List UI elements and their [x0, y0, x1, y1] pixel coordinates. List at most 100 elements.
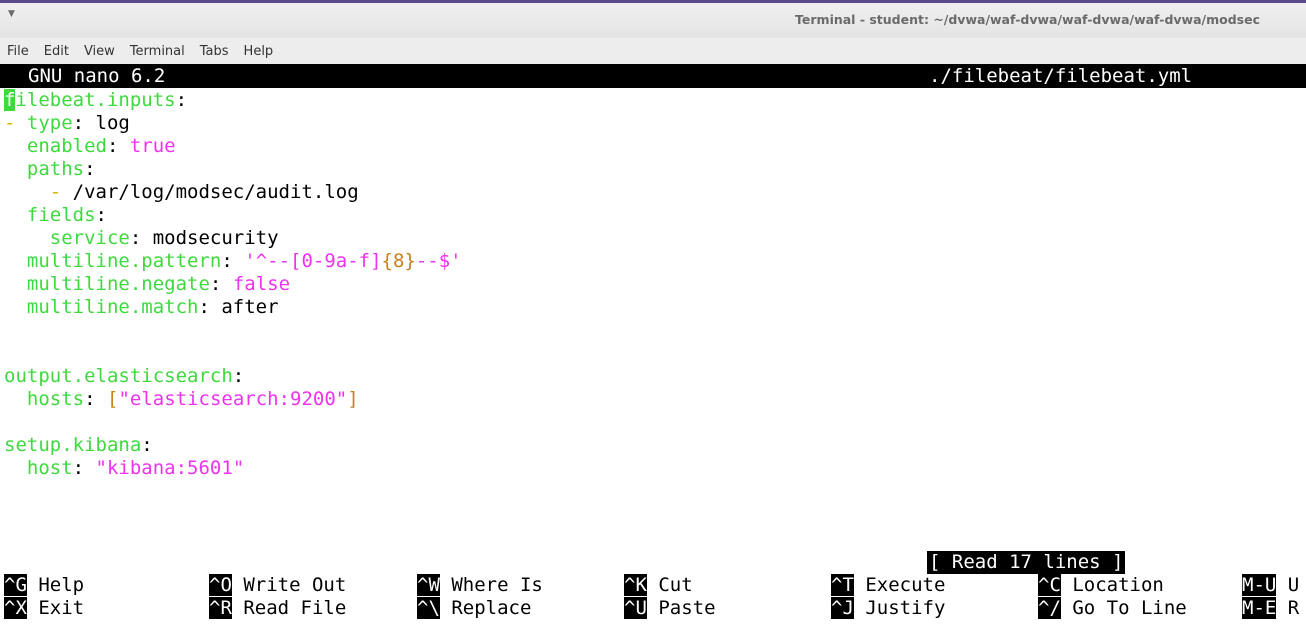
shortcut-label: Paste	[646, 597, 716, 619]
shortcut-item[interactable]: ^O Write Out	[209, 574, 346, 597]
shortcut-label: Read File	[231, 597, 347, 619]
line-segment	[4, 227, 50, 249]
line-segment: hosts	[26, 388, 85, 410]
shortcut-key: M-E	[1242, 597, 1277, 619]
line-segment	[4, 181, 50, 203]
line-segment: :	[209, 273, 233, 295]
window-titlebar: ▼ Terminal - student: ~/dvwa/waf-dvwa/wa…	[0, 0, 1306, 38]
line-segment: :	[232, 365, 245, 387]
line-segment: --$'	[415, 250, 462, 272]
menu-terminal[interactable]: Terminal	[130, 44, 185, 59]
shortcut-item[interactable]: ^\ Replace	[417, 597, 531, 620]
line-segment: :	[84, 388, 107, 410]
line-segment	[4, 135, 27, 157]
shortcut-label: U	[1276, 574, 1300, 596]
line-segment: :	[84, 158, 96, 180]
shortcut-item[interactable]: ^U Paste	[624, 597, 716, 620]
line-segment: -	[4, 112, 16, 134]
nano-status-message: [ Read 17 lines ]	[927, 551, 1126, 574]
line-segment	[4, 250, 27, 272]
editor-line[interactable]: output.elasticsearch:	[4, 365, 244, 388]
shortcut-key: ^U	[624, 597, 647, 619]
editor-line[interactable]: service: modsecurity	[4, 227, 279, 250]
line-segment: :	[141, 434, 153, 456]
terminal-area[interactable]: GNU nano 6.2 ./filebeat/filebeat.yml [ R…	[0, 64, 1306, 626]
shortcut-key: ^W	[417, 574, 440, 596]
line-segment: ]	[347, 388, 359, 410]
window-menu-icon[interactable]: ▼	[8, 9, 15, 19]
editor-line[interactable]: multiline.pattern: '^--[0-9a-f]{8}--$'	[4, 250, 462, 273]
line-segment: multiline.pattern	[26, 250, 222, 272]
shortcut-label: Write Out	[231, 574, 347, 596]
shortcut-item[interactable]: ^X Exit	[4, 597, 84, 620]
editor-line[interactable]: setup.kibana:	[4, 434, 153, 457]
editor-line[interactable]: paths:	[4, 158, 96, 181]
shortcut-key: ^\	[417, 597, 440, 619]
line-segment: host	[26, 457, 73, 479]
line-segment	[4, 296, 27, 318]
window-title: Terminal - student: ~/dvwa/waf-dvwa/waf-…	[795, 12, 1260, 27]
line-segment: "elasticsearch:9200"	[118, 388, 348, 410]
shortcut-item[interactable]: ^R Read File	[209, 597, 346, 620]
shortcut-item[interactable]: ^/ Go To Line	[1038, 597, 1187, 620]
line-segment: /var/log/modsec/audit.log	[61, 181, 359, 203]
shortcut-item[interactable]: M-U U	[1242, 574, 1299, 597]
shortcut-key: ^G	[4, 574, 27, 596]
shortcut-key: ^R	[209, 597, 232, 619]
line-segment: :	[72, 457, 96, 479]
line-segment: multiline.match	[26, 296, 199, 318]
nano-version: GNU nano 6.2	[28, 65, 166, 87]
menu-file[interactable]: File	[7, 44, 29, 59]
menu-help[interactable]: Help	[244, 44, 274, 59]
menu-edit[interactable]: Edit	[44, 44, 69, 59]
shortcut-item[interactable]: ^K Cut	[624, 574, 693, 597]
shortcut-label: Help	[26, 574, 85, 596]
shortcut-item[interactable]: ^C Location	[1038, 574, 1164, 597]
shortcut-label: Replace	[439, 597, 532, 619]
shortcut-item[interactable]: M-E R	[1242, 597, 1299, 620]
line-segment: :	[221, 250, 245, 272]
shortcut-label: R	[1276, 597, 1300, 619]
shortcut-item[interactable]: ^T Execute	[831, 574, 945, 597]
text-cursor: f	[4, 89, 16, 111]
editor-line[interactable]: - /var/log/modsec/audit.log	[4, 181, 359, 204]
shortcut-key: ^J	[831, 597, 854, 619]
shortcut-label: Cut	[646, 574, 693, 596]
editor-line[interactable]: multiline.negate: false	[4, 273, 290, 296]
editor-line[interactable]: hosts: ["elasticsearch:9200"]	[4, 388, 359, 411]
line-segment: :	[106, 135, 130, 157]
editor-line[interactable]: multiline.match: after	[4, 296, 279, 319]
line-segment: output.elasticsearch	[4, 365, 233, 387]
editor-line[interactable]: filebeat.inputs:	[4, 89, 187, 112]
line-segment: : log	[72, 112, 130, 134]
line-segment: false	[232, 273, 291, 295]
line-segment: : after	[198, 296, 279, 318]
shortcut-label: Where Is	[439, 574, 543, 596]
shortcut-item[interactable]: ^J Justify	[831, 597, 945, 620]
shortcut-key: M-U	[1242, 574, 1277, 596]
shortcut-key: ^T	[831, 574, 854, 596]
editor-line[interactable]: - type: log	[4, 112, 130, 135]
editor-line[interactable]: fields:	[4, 204, 107, 227]
menu-tabs[interactable]: Tabs	[200, 44, 229, 59]
editor-line[interactable]: enabled: true	[4, 135, 176, 158]
nano-title-bar: GNU nano 6.2 ./filebeat/filebeat.yml	[0, 64, 1306, 88]
shortcut-item[interactable]: ^W Where Is	[417, 574, 543, 597]
shortcut-key: ^K	[624, 574, 647, 596]
shortcut-item[interactable]: ^G Help	[4, 574, 84, 597]
menubar: File Edit View Terminal Tabs Help	[0, 38, 1306, 64]
line-segment: :	[95, 204, 107, 226]
shortcut-key: ^O	[209, 574, 232, 596]
menu-view[interactable]: View	[84, 44, 115, 59]
editor-line[interactable]: host: "kibana:5601"	[4, 457, 244, 480]
nano-filename: ./filebeat/filebeat.yml	[929, 65, 1193, 87]
line-segment	[15, 112, 26, 134]
line-segment	[4, 457, 27, 479]
line-segment: -	[49, 181, 62, 203]
line-segment: : modsecurity	[129, 227, 279, 249]
line-segment: enabled	[26, 135, 107, 157]
line-segment: true	[129, 135, 176, 157]
shortcut-label: Execute	[853, 574, 946, 596]
line-segment: '^--[0-9a-f]	[244, 250, 382, 272]
line-segment: ilebeat.inputs	[15, 89, 176, 111]
